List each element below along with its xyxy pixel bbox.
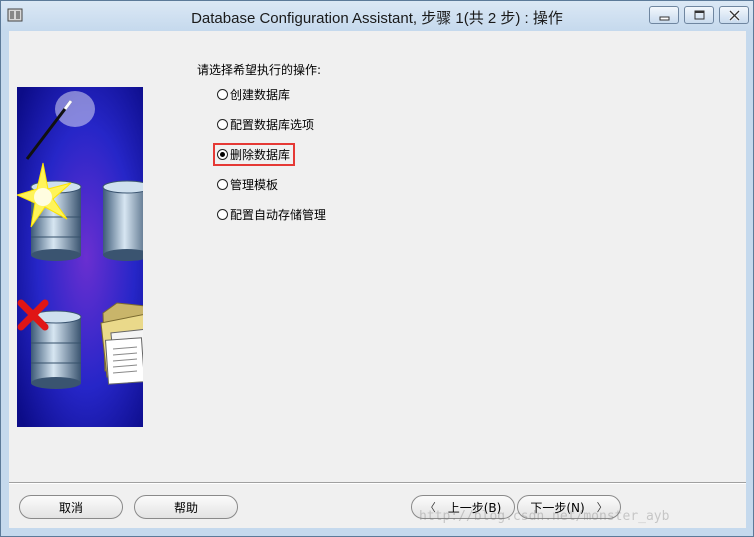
- close-icon: [728, 9, 741, 22]
- close-button[interactable]: [719, 6, 749, 24]
- option-label[interactable]: 删除数据库: [230, 146, 290, 163]
- help-button[interactable]: 帮助: [134, 495, 238, 519]
- option-delete-database[interactable]: 删除数据库: [217, 145, 290, 163]
- option-label[interactable]: 配置自动存储管理: [230, 206, 326, 223]
- database-checklist-icon: [102, 180, 143, 261]
- option-label[interactable]: 创建数据库: [230, 86, 290, 103]
- option-create-database[interactable]: 创建数据库: [217, 85, 290, 103]
- window-title: Database Configuration Assistant, 步骤 1(共…: [191, 10, 563, 27]
- maximize-icon: [694, 10, 705, 20]
- dialog-window: Database Configuration Assistant, 步骤 1(共…: [0, 0, 754, 537]
- minimize-icon: [659, 16, 670, 21]
- prompt-label: 请选择希望执行的操作:: [197, 63, 322, 77]
- radio-create-database[interactable]: [217, 88, 228, 100]
- option-label[interactable]: 管理模板: [230, 176, 278, 193]
- folder-documents-icon: [100, 302, 143, 385]
- help-label: 帮助: [173, 500, 198, 515]
- footer-separator: [9, 482, 746, 484]
- option-manage-templates[interactable]: 管理模板: [217, 175, 278, 193]
- radio-asm-management[interactable]: [217, 208, 228, 220]
- cancel-button[interactable]: 取消: [19, 495, 123, 519]
- radio-manage-templates[interactable]: [217, 178, 228, 190]
- option-label[interactable]: 配置数据库选项: [230, 116, 314, 133]
- wizard-illustration: [17, 87, 143, 427]
- radio-configure-database[interactable]: [217, 118, 228, 130]
- option-configure-database[interactable]: 配置数据库选项: [217, 115, 314, 133]
- maximize-button[interactable]: [684, 6, 714, 24]
- radio-delete-database[interactable]: [217, 148, 228, 160]
- option-asm-management[interactable]: 配置自动存储管理: [217, 205, 326, 223]
- title-bar[interactable]: Database Configuration Assistant, 步骤 1(共…: [1, 1, 753, 31]
- minimize-button[interactable]: [649, 6, 679, 24]
- dialog-content: 请选择希望执行的操作: 创建数据库 配置数据库选项 删除数据库 管理模板 配置自…: [9, 31, 746, 528]
- cancel-label: 取消: [58, 500, 83, 515]
- watermark-text: http://blog.csdn.net/monster_ayb: [419, 509, 670, 524]
